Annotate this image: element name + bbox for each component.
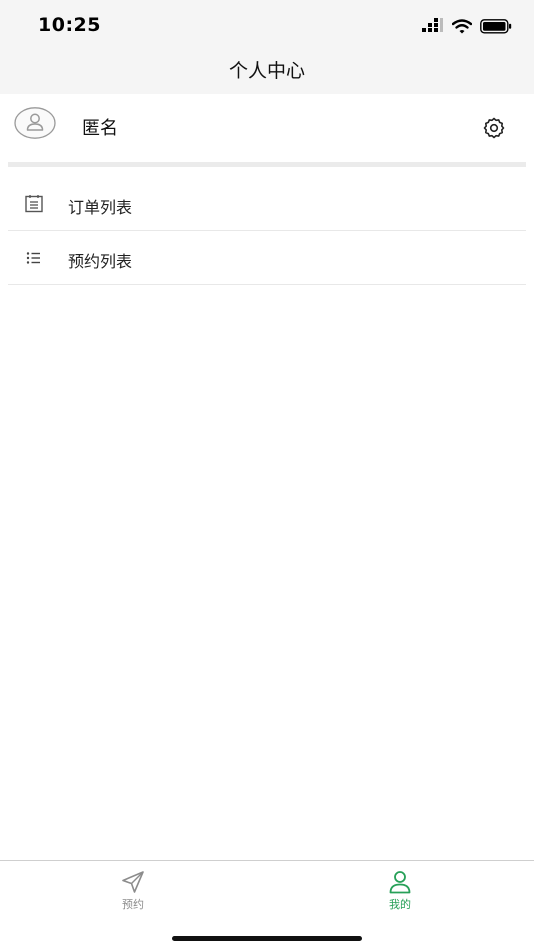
username: 匿名 <box>82 118 118 139</box>
order-list-icon <box>25 195 43 213</box>
top-area: 10:25 个人中心 <box>0 0 534 94</box>
tab-booking[interactable]: 预约 <box>93 869 173 912</box>
list-icon <box>26 252 40 264</box>
status-time: 10:25 <box>38 14 101 36</box>
menu-list: 订单列表 预约列表 <box>8 177 526 285</box>
tab-mine[interactable]: 我的 <box>360 869 440 912</box>
tab-label: 预约 <box>122 898 144 911</box>
avatar <box>14 107 56 139</box>
menu-item-order-list[interactable]: 订单列表 <box>8 177 526 231</box>
tab-label: 我的 <box>389 898 411 911</box>
menu-item-label: 订单列表 <box>68 198 133 217</box>
navigation-arrow-icon <box>122 871 144 893</box>
menu-item-booking-list[interactable]: 预约列表 <box>8 231 526 285</box>
section-divider <box>8 162 526 167</box>
menu-item-label: 预约列表 <box>68 252 133 271</box>
wifi-icon <box>452 18 472 33</box>
battery-icon <box>480 18 512 34</box>
profile-section[interactable]: 匿名 <box>0 94 534 162</box>
status-bar: 10:25 <box>0 0 534 50</box>
settings-gear-icon[interactable] <box>482 116 506 140</box>
status-icons <box>422 16 512 36</box>
cellular-signal-icon <box>422 18 443 32</box>
page-title: 个人中心 <box>228 60 305 82</box>
home-indicator[interactable] <box>172 936 362 941</box>
user-icon <box>389 871 411 894</box>
